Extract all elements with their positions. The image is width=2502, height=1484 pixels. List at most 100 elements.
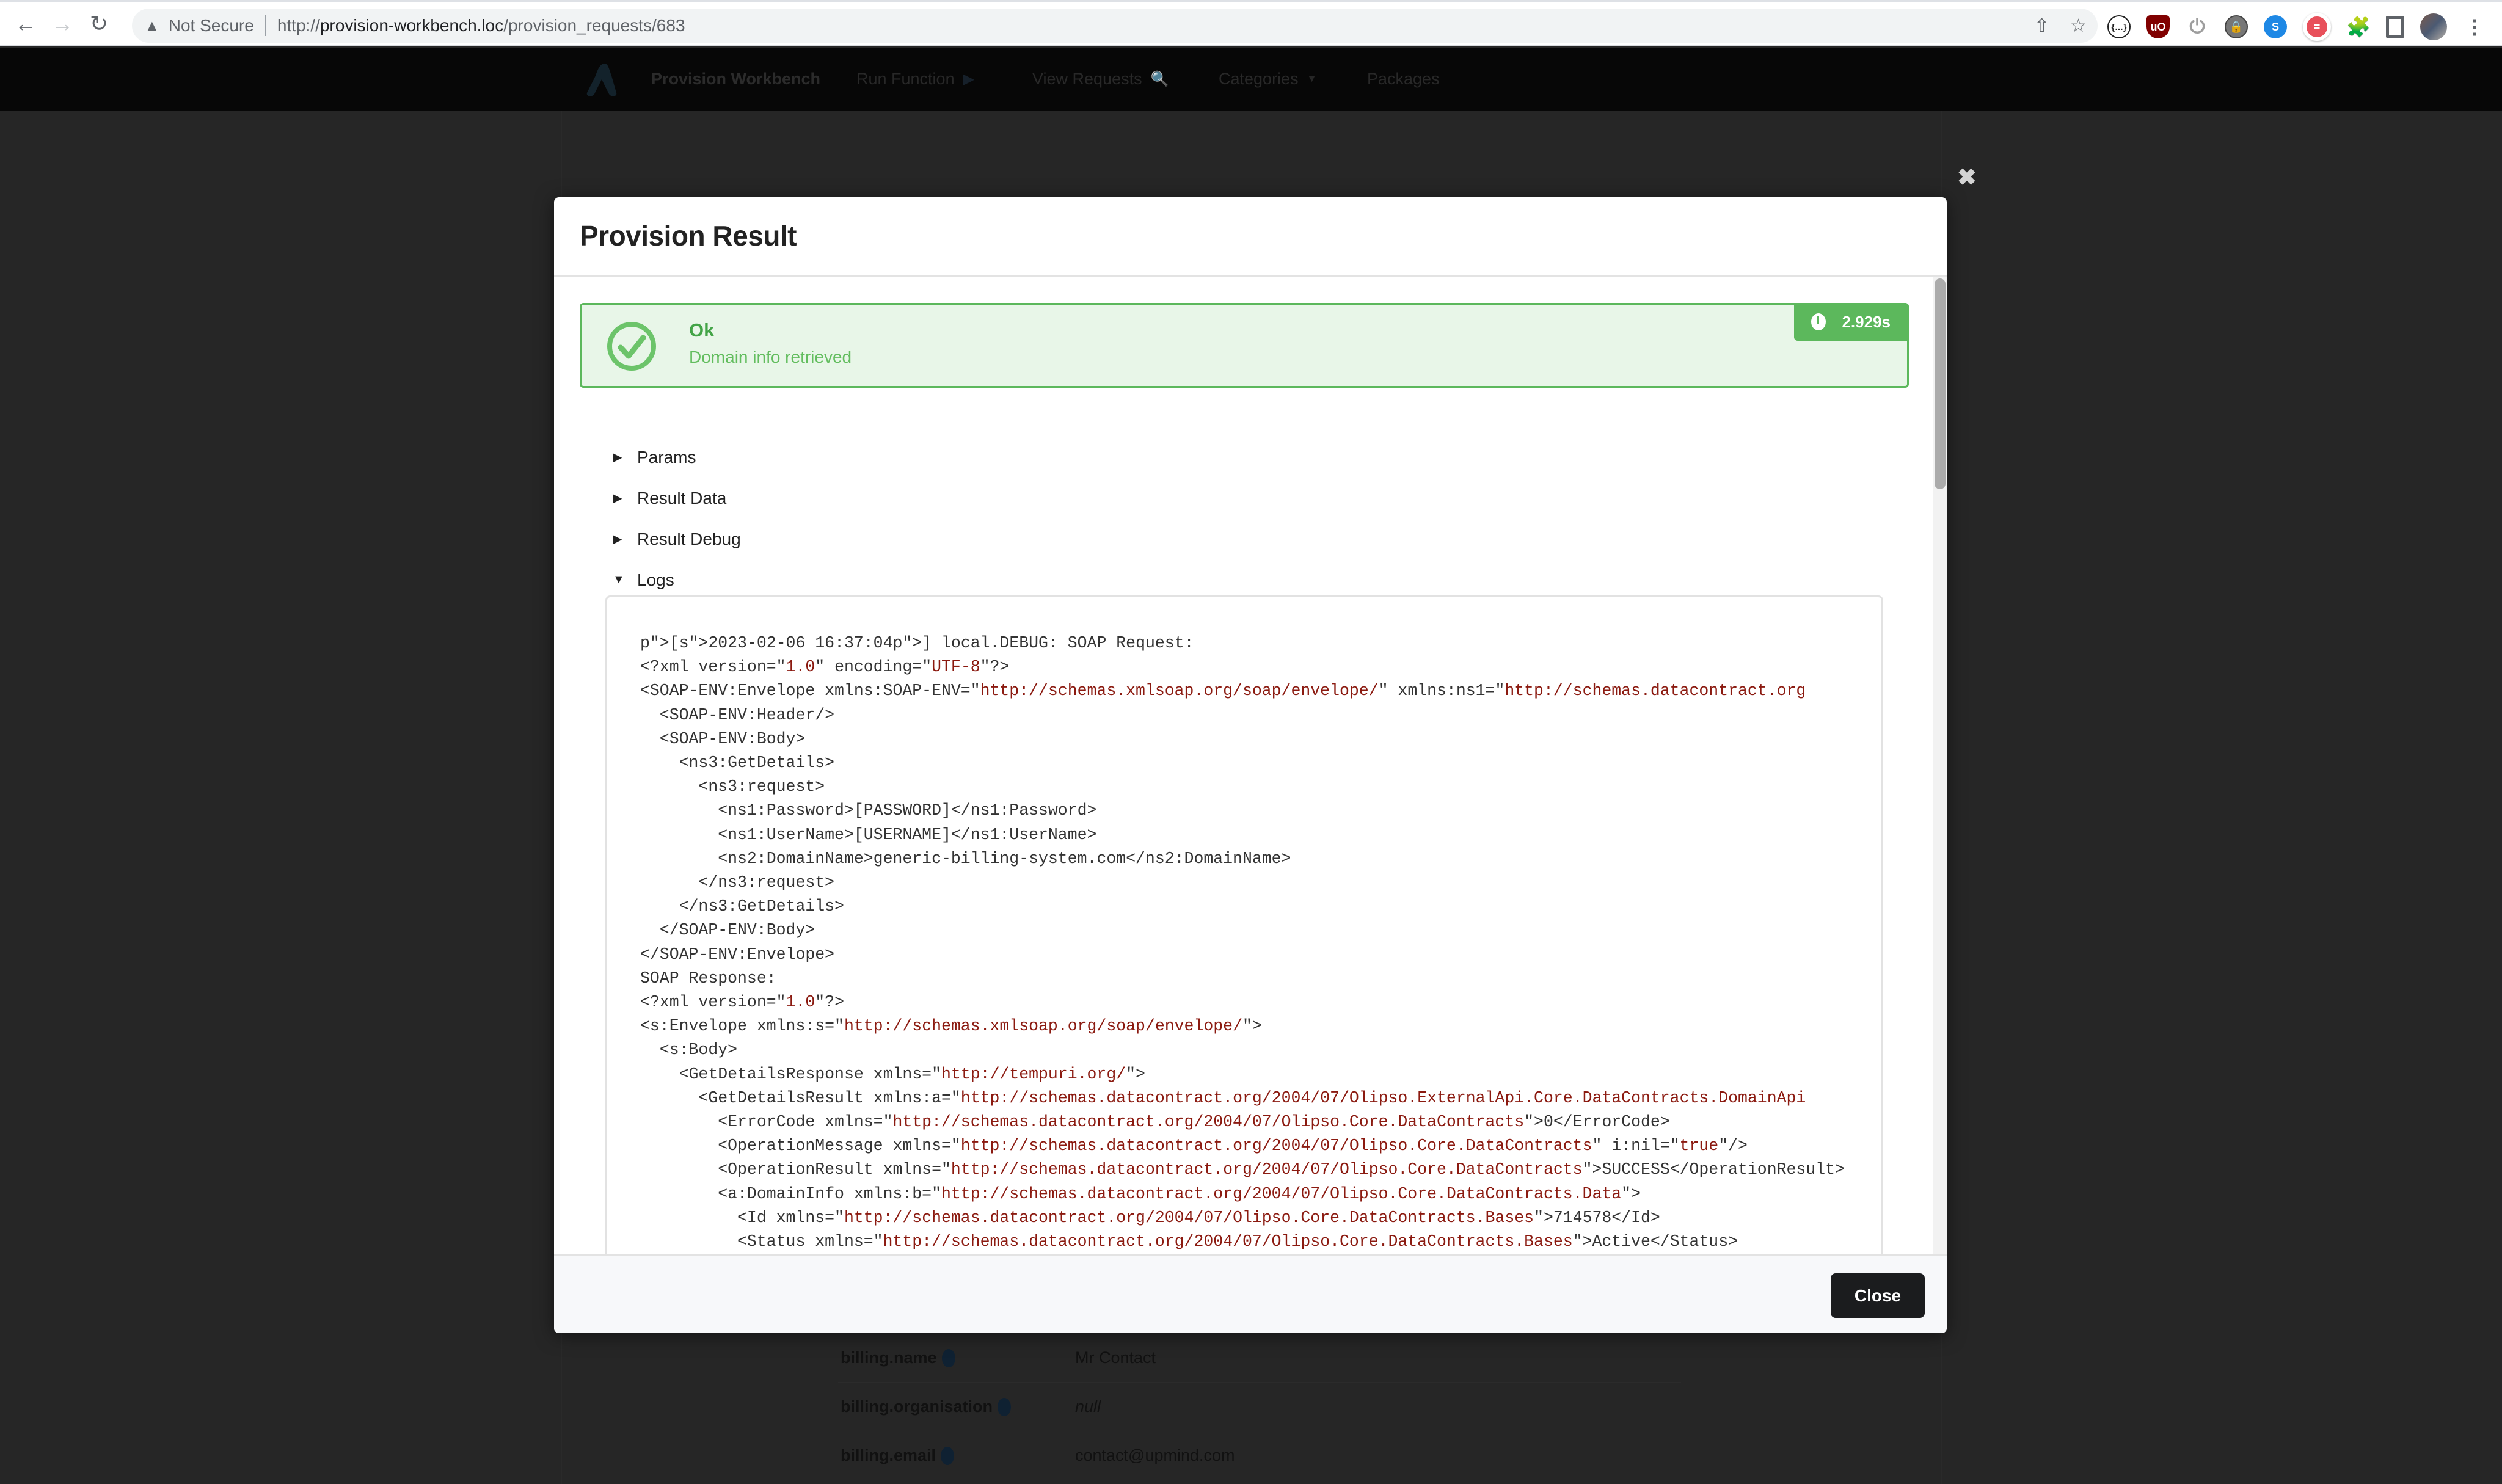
- modal-body: Ok Domain info retrieved 2.929s ▶ Params…: [554, 277, 1947, 1254]
- bookmark-star-icon[interactable]: ☆: [2070, 15, 2087, 37]
- section-logs[interactable]: ▼ Logs: [613, 559, 741, 600]
- section-params[interactable]: ▶ Params: [613, 437, 741, 478]
- info-icon[interactable]: [941, 1348, 955, 1367]
- play-circle-icon: ▶: [963, 71, 975, 87]
- reload-icon: ↻: [89, 11, 109, 36]
- info-icon[interactable]: [998, 1397, 1011, 1416]
- search-plus-icon: 🔍: [1150, 71, 1169, 87]
- extensions-bar: {…} uO ⏻ 🔒 S = 🧩 ⋮: [2107, 5, 2486, 49]
- log-line: <ns2:DomainName>generic-billing-system.c…: [640, 849, 1291, 868]
- power-extension-icon[interactable]: ⏻: [2186, 15, 2209, 38]
- section-label: Result Data: [637, 488, 727, 507]
- clock-icon: [1811, 313, 1826, 330]
- param-value: Mr Contact: [1075, 1348, 1156, 1367]
- caret-down-icon: ▼: [613, 573, 625, 586]
- modal-title: Provision Result: [580, 220, 797, 252]
- forward-button[interactable]: →: [44, 5, 81, 42]
- log-line: <GetDetailsResult xmlns:a="http://schema…: [640, 1088, 1806, 1107]
- url-host: provision-workbench.loc: [319, 16, 504, 35]
- close-icon[interactable]: ✖: [1957, 164, 1977, 191]
- status-alert: Ok Domain info retrieved 2.929s: [580, 303, 1909, 388]
- status-title: Ok: [689, 319, 715, 341]
- nav-categories-label: Categories: [1219, 70, 1299, 88]
- section-label: Result Debug: [637, 529, 741, 548]
- profile-avatar[interactable]: [2420, 13, 2447, 40]
- log-line: <ns3:GetDetails>: [640, 754, 835, 773]
- log-line: <OperationMessage xmlns="http://schemas.…: [640, 1137, 1748, 1155]
- log-line: <GetDetailsResponse xmlns="http://tempur…: [640, 1064, 1145, 1083]
- keepass-extension-icon[interactable]: 🔒: [2225, 15, 2248, 38]
- security-label[interactable]: Not Secure: [169, 16, 254, 35]
- caret-down-icon: ▼: [1307, 73, 1317, 84]
- caret-right-icon: ▶: [613, 492, 622, 505]
- log-line: <ns1:Password>[PASSWORD]</ns1:Password>: [640, 801, 1097, 820]
- reload-button[interactable]: ↻: [81, 5, 117, 42]
- app-logo-icon: [586, 64, 617, 96]
- param-key: billing.name: [841, 1348, 937, 1367]
- log-line: <SOAP-ENV:Body>: [640, 729, 806, 748]
- modal-scrollbar[interactable]: [1933, 277, 1947, 1254]
- table-row: billing.name Mr Contact: [838, 1334, 1681, 1383]
- modal-header: Provision Result: [554, 197, 1947, 277]
- log-line: <s:Body>: [640, 1041, 738, 1060]
- ublock-origin-extension-icon[interactable]: uO: [2146, 15, 2170, 38]
- section-label: Params: [637, 447, 696, 467]
- log-line: <Id xmlns="http://schemas.datacontract.o…: [640, 1208, 1660, 1227]
- log-line: <ns1:UserName>[USERNAME]</ns1:UserName>: [640, 825, 1097, 844]
- table-row: billing.email contact@upmind.com: [838, 1431, 1681, 1480]
- result-sections: ▶ Params ▶ Result Data ▶ Result Debug ▼ …: [613, 437, 741, 600]
- log-line: <Status xmlns="http://schemas.datacontra…: [640, 1232, 1738, 1251]
- arrow-right-icon: →: [51, 11, 73, 36]
- nav-view-requests[interactable]: View Requests 🔍: [1032, 70, 1169, 89]
- extensions-puzzle-icon[interactable]: 🧩: [2346, 15, 2371, 38]
- todoist-extension-icon[interactable]: =: [2303, 13, 2331, 41]
- provision-result-modal: Provision Result Ok Domain info retrieve…: [554, 197, 1947, 1333]
- log-line: <?xml version="1.0"?>: [640, 993, 844, 1012]
- url-scheme: http://: [277, 16, 320, 35]
- more-menu-icon[interactable]: ⋮: [2463, 15, 2486, 38]
- nav-categories[interactable]: Categories ▼: [1219, 70, 1316, 89]
- info-icon[interactable]: [941, 1446, 955, 1465]
- duration-value: 2.929s: [1842, 312, 1891, 331]
- url-text[interactable]: http://provision-workbench.loc/provision…: [277, 16, 685, 35]
- table-row: billing.organisation null: [838, 1383, 1681, 1431]
- log-line: <?xml version="1.0" encoding="UTF-8"?>: [640, 658, 1010, 677]
- log-line: <a:DomainInfo xmlns:b="http://schemas.da…: [640, 1184, 1641, 1203]
- modal-footer: Close: [554, 1254, 1947, 1333]
- nav-run-function-label: Run Function: [856, 70, 955, 88]
- check-circle-icon: [607, 322, 656, 371]
- close-button[interactable]: Close: [1831, 1273, 1925, 1318]
- param-key: billing.organisation: [841, 1397, 993, 1416]
- section-result-data[interactable]: ▶ Result Data: [613, 478, 741, 518]
- log-line: </SOAP-ENV:Body>: [640, 921, 815, 940]
- log-line: SOAP Response:: [640, 969, 776, 988]
- nav-run-function[interactable]: Run Function ▶: [856, 70, 974, 89]
- log-line: <OperationResult xmlns="http://schemas.d…: [640, 1160, 1845, 1179]
- shazam-extension-icon[interactable]: S: [2264, 15, 2287, 38]
- log-line: </SOAP-ENV:Envelope>: [640, 945, 835, 964]
- share-icon[interactable]: ⇧: [2034, 15, 2049, 37]
- nav-view-requests-label: View Requests: [1032, 70, 1142, 88]
- omnibox-separator: [264, 15, 266, 36]
- log-line: <s:Envelope xmlns:s="http://schemas.xmls…: [640, 1017, 1262, 1036]
- section-result-debug[interactable]: ▶ Result Debug: [613, 518, 741, 559]
- caret-right-icon: ▶: [613, 533, 622, 546]
- address-bar[interactable]: ▲ Not Secure http://provision-workbench.…: [132, 9, 2098, 43]
- log-line: <SOAP-ENV:Header/>: [640, 705, 835, 724]
- arrow-left-icon: ←: [15, 11, 37, 36]
- side-panel-icon[interactable]: [2386, 16, 2404, 38]
- brand-name[interactable]: Provision Workbench: [651, 70, 820, 89]
- nav-packages[interactable]: Packages: [1367, 70, 1440, 89]
- logs-content: p">[s">2023-02-06 16:37:04p">] local.DEB…: [640, 631, 1845, 1254]
- json-viewer-extension-icon[interactable]: {…}: [2107, 15, 2131, 38]
- back-button[interactable]: ←: [7, 5, 44, 42]
- log-line: </ns3:request>: [640, 873, 835, 892]
- background-params-table: billing.name Mr Contact billing.organisa…: [838, 1334, 1681, 1480]
- log-line: <SOAP-ENV:Envelope xmlns:SOAP-ENV="http:…: [640, 682, 1806, 700]
- logs-panel[interactable]: p">[s">2023-02-06 16:37:04p">] local.DEB…: [605, 595, 1883, 1254]
- browser-toolbar: ← → ↻ ▲ Not Secure http://provision-work…: [0, 2, 2502, 46]
- scrollbar-thumb[interactable]: [1935, 278, 1946, 489]
- warning-triangle-icon: ▲: [144, 16, 160, 35]
- param-value: null: [1075, 1397, 1101, 1416]
- param-value: contact@upmind.com: [1075, 1446, 1235, 1464]
